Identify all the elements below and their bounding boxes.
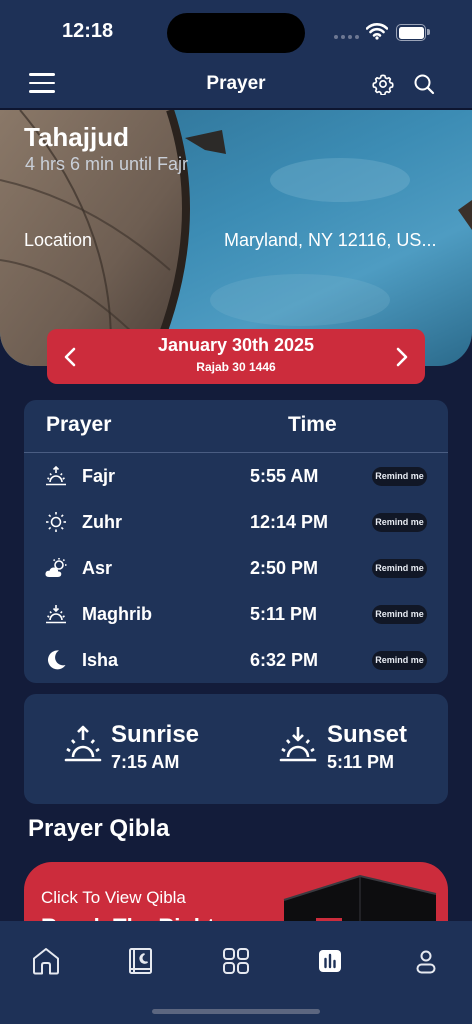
- qibla-card-label: Click To View Qibla: [41, 888, 186, 907]
- sunrise-sunset-card: Sunrise 7:15 AM Sunset 5:11 PM: [24, 694, 448, 804]
- remind-me-button[interactable]: Remind me: [372, 559, 427, 578]
- date-selector: January 30th 2025 Rajab 30 1446: [47, 329, 425, 384]
- home-icon[interactable]: [30, 945, 62, 977]
- sunset-label: Sunset: [327, 721, 408, 748]
- partly-cloudy-icon: [45, 558, 67, 577]
- remind-me-button[interactable]: Remind me: [372, 513, 427, 532]
- grid-icon[interactable]: [220, 945, 252, 977]
- sunrise-icon: [64, 725, 102, 762]
- prayer-row-fajr: Fajr 5:55 AM Remind me: [24, 452, 448, 498]
- home-indicator: [152, 1009, 320, 1014]
- quran-icon[interactable]: [124, 945, 156, 977]
- profile-icon[interactable]: [410, 945, 442, 977]
- page-title: Prayer: [206, 73, 266, 94]
- table-header: Prayer Time: [24, 400, 448, 453]
- column-header-prayer: Prayer: [46, 413, 112, 436]
- remind-me-button[interactable]: Remind me: [372, 651, 427, 670]
- hero-banner: Tahajjud 4 hrs 6 min until Fajr Location…: [0, 110, 472, 366]
- chevron-right-icon[interactable]: [391, 345, 413, 369]
- prayer-name: Isha: [82, 650, 119, 670]
- prayer-time: 5:11 PM: [250, 604, 318, 624]
- location-value[interactable]: Maryland, NY 12116, US...: [224, 230, 450, 251]
- prayer-row-zuhr: Zuhr 12:14 PM Remind me: [24, 498, 448, 544]
- search-icon[interactable]: [413, 73, 435, 95]
- prayer-time: 5:55 AM: [250, 466, 319, 486]
- prayer-time: 12:14 PM: [250, 512, 329, 532]
- remind-me-button[interactable]: Remind me: [372, 467, 427, 486]
- status-bar: 12:18: [0, 0, 472, 64]
- sunrise-icon: [46, 465, 66, 486]
- prayer-time: 2:50 PM: [250, 558, 319, 578]
- remind-me-button[interactable]: Remind me: [372, 605, 427, 624]
- sunset-icon: [279, 727, 317, 762]
- prayer-name: Zuhr: [82, 512, 122, 532]
- sunrise-label: Sunrise: [111, 721, 200, 748]
- dynamic-island: [167, 13, 305, 53]
- prayer-name: Maghrib: [82, 604, 152, 624]
- wifi-icon: [366, 23, 388, 40]
- hijri-date: Rajab 30 1446: [196, 360, 276, 374]
- sunrise-time: 7:15 AM: [111, 752, 180, 772]
- prayer-row-asr: Asr 2:50 PM Remind me: [24, 544, 448, 590]
- gear-icon[interactable]: [372, 73, 394, 95]
- countdown-text: 4 hrs 6 min until Fajr: [25, 154, 189, 174]
- prayer-name: Asr: [82, 558, 113, 578]
- prayer-time: 6:32 PM: [250, 650, 319, 670]
- app-header: Prayer: [0, 64, 472, 110]
- battery-icon: [396, 24, 430, 41]
- sunset-icon: [46, 605, 66, 624]
- sunset-time: 5:11 PM: [327, 752, 395, 772]
- prayer-name: Fajr: [82, 466, 116, 486]
- moon-icon: [47, 650, 66, 670]
- column-header-time: Time: [288, 413, 337, 436]
- stats-icon[interactable]: [314, 945, 346, 977]
- location-label: Location: [24, 230, 93, 250]
- prayer-row-isha: Isha 6:32 PM Remind me: [24, 636, 448, 682]
- prayer-row-maghrib: Maghrib 5:11 PM Remind me: [24, 590, 448, 636]
- current-prayer-name: Tahajjud: [24, 122, 129, 152]
- qibla-section-title: Prayer Qibla: [28, 815, 170, 842]
- gregorian-date: January 30th 2025: [157, 335, 315, 355]
- cellular-signal-icon: [334, 35, 359, 39]
- sun-icon: [46, 512, 66, 532]
- prayer-times-table: Prayer Time Fajr 5:55 AM Remind me Zuhr …: [24, 400, 448, 683]
- status-time: 12:18: [62, 20, 114, 42]
